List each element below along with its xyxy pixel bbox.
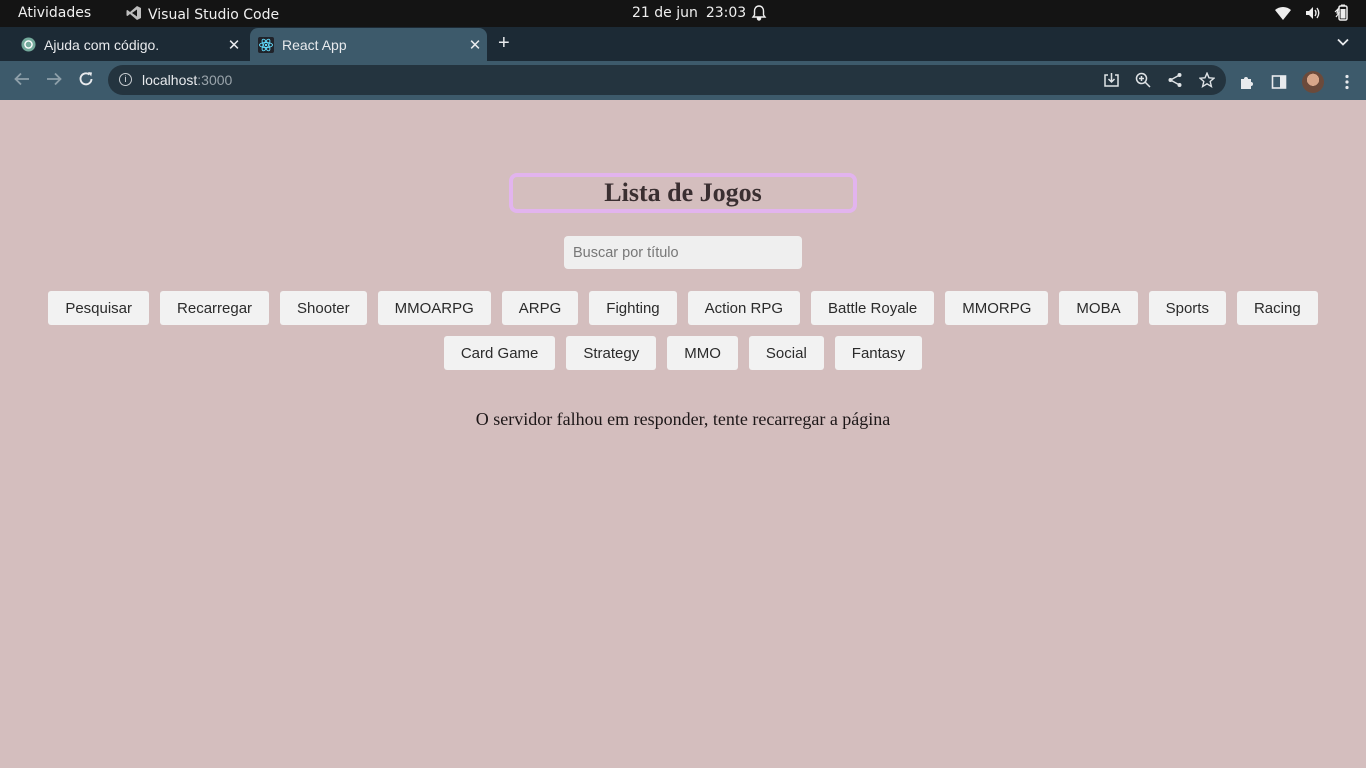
button-row-1: Pesquisar Recarregar Shooter MMOARPG ARPG Fig… (0, 291, 1366, 325)
battle-royale-button[interactable]: Battle Royale (811, 291, 935, 325)
page-content: Lista de Jogos Pesquisar Recarregar Shoote… (0, 100, 1366, 768)
mmo-button[interactable]: MMO (667, 336, 738, 370)
forward-arrow-icon[interactable] (45, 70, 63, 93)
fighting-button[interactable]: Fighting (589, 291, 677, 325)
search-input[interactable] (564, 236, 802, 269)
tab-search-chevron-down-icon[interactable] (1336, 34, 1350, 53)
shooter-button[interactable]: Shooter (280, 291, 367, 325)
close-tab-icon[interactable]: ✕ (222, 36, 246, 54)
share-icon[interactable] (1166, 71, 1184, 89)
app-name: Visual Studio Code (148, 7, 280, 23)
action-rpg-button[interactable]: Action RPG (687, 291, 801, 325)
openai-icon (20, 37, 36, 53)
tab-react-app[interactable]: React App ✕ (250, 28, 487, 61)
app-menu[interactable]: Visual Studio Code (126, 5, 279, 25)
system-top-bar: Atividades Visual Studio Code 21 de jun … (0, 0, 1366, 27)
system-tray[interactable] (1274, 4, 1350, 26)
more-menu-icon[interactable] (1338, 73, 1356, 91)
recarregar-button[interactable]: Recarregar (160, 291, 270, 325)
mmoarpg-button[interactable]: MMOARPG (377, 291, 491, 325)
side-panel-icon[interactable] (1270, 73, 1288, 91)
battery-icon (1334, 4, 1350, 26)
volume-icon (1304, 5, 1322, 25)
site-info-icon[interactable]: i (119, 73, 132, 86)
url-text: localhost:3000 (142, 72, 232, 88)
button-row-2: Card Game Strategy MMO Social Fantasy (0, 336, 1366, 370)
browser-toolbar: i localhost:3000 (0, 61, 1366, 100)
moba-button[interactable]: MOBA (1059, 291, 1138, 325)
url-host: localhost (142, 72, 198, 88)
reload-icon[interactable] (77, 70, 95, 93)
arpg-button[interactable]: ARPG (501, 291, 579, 325)
back-arrow-icon[interactable] (13, 70, 31, 93)
pesquisar-button[interactable]: Pesquisar (48, 291, 150, 325)
url-port: :3000 (197, 72, 233, 88)
tab-ajuda[interactable]: Ajuda com código. ✕ (12, 28, 246, 61)
social-button[interactable]: Social (748, 336, 824, 370)
tab-title: React App (282, 36, 347, 53)
zoom-icon[interactable] (1134, 71, 1152, 89)
mmorpg-button[interactable]: MMORPG (945, 291, 1049, 325)
wifi-icon (1274, 5, 1292, 25)
bookmark-star-icon[interactable] (1198, 71, 1216, 89)
card-game-button[interactable]: Card Game (443, 336, 556, 370)
fantasy-button[interactable]: Fantasy (834, 336, 923, 370)
alarm-bell-icon (751, 4, 767, 26)
react-icon (258, 36, 274, 53)
extensions-puzzle-icon[interactable] (1238, 73, 1256, 91)
error-message: O servidor falhou em responder, tente re… (475, 409, 891, 429)
vscode-icon (126, 5, 142, 25)
tab-title: Ajuda com código. (44, 36, 160, 53)
profile-avatar[interactable] (1302, 71, 1324, 93)
new-tab-button[interactable]: + (498, 32, 510, 55)
address-bar[interactable]: i localhost:3000 (108, 65, 1226, 95)
racing-button[interactable]: Racing (1236, 291, 1318, 325)
install-app-icon[interactable] (1102, 71, 1120, 89)
time-label: 23:03 (705, 5, 747, 21)
browser-tab-strip: Ajuda com código. ✕ React App ✕ + (0, 27, 1366, 61)
sports-button[interactable]: Sports (1148, 291, 1226, 325)
strategy-button[interactable]: Strategy (566, 336, 657, 370)
date-label: 21 de jun (632, 5, 698, 21)
close-tab-icon[interactable]: ✕ (463, 36, 487, 54)
clock[interactable]: 21 de jun 23:03 (632, 5, 746, 21)
activities-button[interactable]: Atividades (18, 5, 91, 21)
page-title: Lista de Jogos (604, 178, 762, 207)
page-title-box: Lista de Jogos (509, 173, 857, 213)
